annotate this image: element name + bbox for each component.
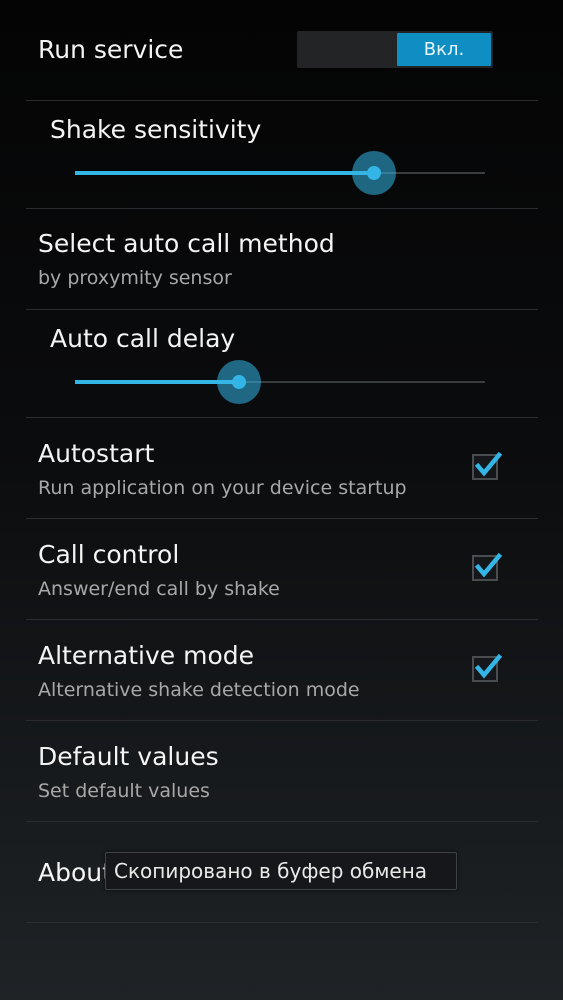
- auto-call-delay-slider[interactable]: [75, 360, 485, 404]
- pref-autostart[interactable]: Autostart Run application on your device…: [0, 418, 563, 518]
- pref-summary: Set default values: [38, 780, 210, 802]
- call-control-checkbox[interactable]: [472, 552, 503, 581]
- pref-title: Select auto call method: [38, 229, 335, 258]
- pref-summary: Alternative shake detection mode: [38, 679, 360, 701]
- pref-shake-sensitivity: Shake sensitivity: [0, 101, 563, 208]
- toast-message: Скопировано в буфер обмена: [105, 852, 457, 890]
- pref-summary: Run application on your device startup: [38, 477, 407, 499]
- pref-summary: Answer/end call by shake: [38, 578, 280, 600]
- alternative-mode-checkbox[interactable]: [472, 653, 503, 682]
- pref-title: Auto call delay: [50, 324, 236, 353]
- pref-title: Alternative mode: [38, 641, 255, 670]
- pref-auto-call-delay: Auto call delay: [0, 310, 563, 417]
- pref-title: Autostart: [38, 439, 155, 468]
- slider-progress: [75, 380, 239, 384]
- check-icon: [474, 552, 503, 578]
- run-service-switch[interactable]: Вкл.: [297, 31, 493, 68]
- pref-auto-call-method[interactable]: Select auto call method by proxymity sen…: [0, 209, 563, 309]
- autostart-checkbox[interactable]: [472, 451, 503, 480]
- pref-alternative-mode[interactable]: Alternative mode Alternative shake detec…: [0, 620, 563, 720]
- check-icon: [474, 451, 503, 477]
- pref-title: Run service: [38, 35, 184, 64]
- slider-thumb[interactable]: [232, 375, 246, 389]
- divider: [26, 922, 538, 923]
- pref-default-values[interactable]: Default values Set default values: [0, 721, 563, 821]
- pref-title: About: [38, 858, 112, 887]
- check-icon: [474, 653, 503, 679]
- pref-title: Default values: [38, 742, 219, 771]
- pref-call-control[interactable]: Call control Answer/end call by shake: [0, 519, 563, 619]
- pref-run-service[interactable]: Run service Вкл.: [0, 0, 563, 100]
- switch-on-label: Вкл.: [397, 33, 491, 66]
- slider-progress: [75, 171, 375, 175]
- pref-title: Call control: [38, 540, 180, 569]
- pref-summary: by proxymity sensor: [38, 267, 232, 289]
- pref-title: Shake sensitivity: [50, 115, 262, 144]
- shake-sensitivity-slider[interactable]: [75, 151, 485, 195]
